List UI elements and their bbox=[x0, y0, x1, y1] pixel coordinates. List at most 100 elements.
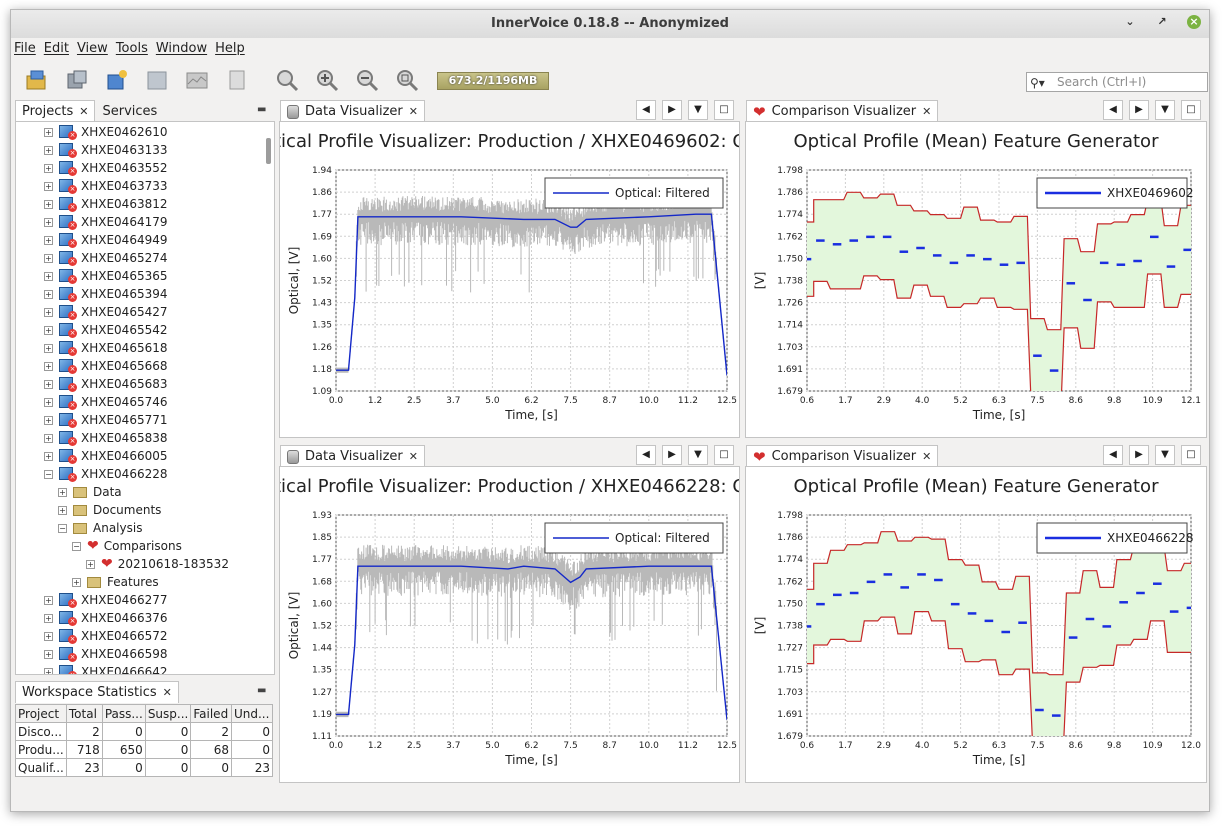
dropdown-icon[interactable]: ▼ bbox=[688, 445, 708, 465]
tree-project[interactable]: + × XHXE0464949 bbox=[44, 231, 168, 249]
tree-project[interactable]: + × XHXE0465365 bbox=[44, 267, 168, 285]
table-row[interactable]: Disco... 2 0 0 2 0 bbox=[15, 722, 274, 741]
tree-node[interactable]: + Documents bbox=[58, 501, 161, 519]
close-icon[interactable]: × bbox=[1187, 15, 1201, 29]
close-icon[interactable]: ✕ bbox=[409, 446, 418, 468]
expand-icon[interactable]: + bbox=[44, 325, 53, 335]
scroll-left-icon[interactable]: ◀ bbox=[636, 100, 656, 120]
close-icon[interactable]: ✕ bbox=[409, 101, 418, 123]
menu-edit[interactable]: Edit bbox=[44, 38, 69, 60]
expand-icon[interactable]: + bbox=[44, 631, 53, 641]
chart[interactable]: Optical Profile (Mean) Feature Generator… bbox=[746, 467, 1206, 782]
scroll-right-icon[interactable]: ▶ bbox=[1129, 445, 1149, 465]
menu-window[interactable]: Window bbox=[156, 38, 207, 60]
close-icon[interactable]: ✕ bbox=[922, 446, 931, 468]
tree-project[interactable]: + × XHXE0463733 bbox=[44, 177, 168, 195]
expand-icon[interactable]: + bbox=[44, 163, 53, 173]
tree-project[interactable]: + × XHXE0465618 bbox=[44, 339, 168, 357]
expand-icon[interactable]: + bbox=[44, 145, 53, 155]
tree-project[interactable]: + × XHXE0466005 bbox=[44, 447, 168, 465]
tree-project[interactable]: + × XHXE0464179 bbox=[44, 213, 168, 231]
tree-project[interactable]: + × XHXE0465838 bbox=[44, 429, 168, 447]
chart[interactable]: tical Profile Visualizer: Production / X… bbox=[280, 467, 739, 782]
tree-node[interactable]: − Analysis bbox=[58, 519, 142, 537]
minimize-panel-icon[interactable]: ▬ bbox=[257, 104, 266, 115]
col-header[interactable]: Pass... bbox=[101, 704, 146, 723]
maximize-icon[interactable]: □ bbox=[714, 100, 734, 120]
scroll-left-icon[interactable]: ◀ bbox=[1103, 445, 1123, 465]
expand-icon[interactable]: − bbox=[44, 469, 53, 479]
expand-icon[interactable]: + bbox=[44, 433, 53, 443]
expand-icon[interactable]: + bbox=[44, 595, 53, 605]
maximize-icon[interactable]: □ bbox=[714, 445, 734, 465]
expand-icon[interactable]: + bbox=[44, 649, 53, 659]
scroll-left-icon[interactable]: ◀ bbox=[636, 445, 656, 465]
tree-node-comparison[interactable]: + ❤ 20210618-183532 bbox=[86, 555, 229, 573]
expand-icon[interactable]: + bbox=[44, 199, 53, 209]
tree-node-features[interactable]: + Features bbox=[72, 573, 159, 591]
dropdown-icon[interactable]: ▼ bbox=[1155, 445, 1175, 465]
expand-icon[interactable]: + bbox=[72, 577, 81, 587]
tab-comparison-visualizer[interactable]: ❤ Comparison Visualizer ✕ bbox=[746, 100, 939, 123]
expand-icon[interactable]: + bbox=[44, 235, 53, 245]
expand-icon[interactable]: + bbox=[44, 397, 53, 407]
tree-project[interactable]: + × XHXE0465542 bbox=[44, 321, 168, 339]
expand-icon[interactable]: + bbox=[44, 307, 53, 317]
tree-project[interactable]: + × XHXE0465683 bbox=[44, 375, 168, 393]
scroll-right-icon[interactable]: ▶ bbox=[1129, 100, 1149, 120]
col-header[interactable]: Failed bbox=[190, 704, 232, 723]
tab-projects[interactable]: Projects ✕ bbox=[15, 100, 96, 123]
tab-services[interactable]: Services bbox=[95, 100, 164, 122]
memory-indicator[interactable]: 673.2/1196MB bbox=[437, 72, 549, 90]
tree-project[interactable]: + × XHXE0463552 bbox=[44, 159, 168, 177]
chart[interactable]: Optical Profile (Mean) Feature Generator… bbox=[746, 122, 1206, 437]
expand-icon[interactable]: − bbox=[58, 523, 67, 533]
tab-workspace-statistics[interactable]: Workspace Statistics ✕ bbox=[15, 681, 179, 703]
tree-project[interactable]: + × XHXE0465394 bbox=[44, 285, 168, 303]
close-icon[interactable]: ✕ bbox=[79, 101, 88, 123]
tab-data-visualizer[interactable]: Data Visualizer ✕ bbox=[280, 100, 425, 122]
expand-icon[interactable]: + bbox=[44, 289, 53, 299]
expand-icon[interactable]: + bbox=[44, 127, 53, 137]
zoom-in-icon[interactable] bbox=[315, 68, 339, 92]
expand-icon[interactable]: + bbox=[58, 487, 67, 497]
tree-scrollbar[interactable] bbox=[266, 138, 271, 164]
expand-icon[interactable]: + bbox=[44, 361, 53, 371]
expand-icon[interactable]: + bbox=[44, 451, 53, 461]
new-project-icon[interactable] bbox=[105, 68, 129, 92]
expand-icon[interactable]: + bbox=[44, 343, 53, 353]
expand-icon[interactable]: + bbox=[86, 559, 95, 569]
expand-icon[interactable]: + bbox=[44, 181, 53, 191]
tree-project[interactable]: + × XHXE0466642 bbox=[44, 663, 168, 674]
expand-icon[interactable]: + bbox=[58, 505, 67, 515]
col-header[interactable]: Total bbox=[65, 704, 103, 723]
search-icon[interactable]: ⚲▾ bbox=[1030, 74, 1045, 92]
tab-data-visualizer[interactable]: Data Visualizer ✕ bbox=[280, 445, 425, 467]
minimize-icon[interactable]: ⌄ bbox=[1123, 15, 1137, 29]
tree-node[interactable]: + Data bbox=[58, 483, 122, 501]
tree-project[interactable]: − × XHXE0466228 bbox=[44, 465, 168, 483]
tree-project[interactable]: + × XHXE0465746 bbox=[44, 393, 168, 411]
dropdown-icon[interactable]: ▼ bbox=[1155, 100, 1175, 120]
search-input[interactable]: ⚲▾ Search (Ctrl+I) bbox=[1026, 72, 1208, 92]
table-row[interactable]: Qualif... 23 0 0 0 23 bbox=[15, 758, 274, 777]
table-row[interactable]: Produ... 718 650 0 68 0 bbox=[15, 740, 274, 759]
chart[interactable]: tical Profile Visualizer: Production / X… bbox=[280, 122, 739, 437]
cube-icon[interactable] bbox=[145, 68, 169, 92]
col-header[interactable]: Und... bbox=[230, 704, 274, 723]
expand-icon[interactable]: + bbox=[44, 415, 53, 425]
close-icon[interactable]: ✕ bbox=[163, 682, 172, 704]
zoom-fit-icon[interactable] bbox=[395, 68, 419, 92]
expand-icon[interactable]: + bbox=[44, 271, 53, 281]
menu-view[interactable]: View bbox=[77, 38, 108, 60]
document-icon[interactable] bbox=[225, 68, 249, 92]
expand-icon[interactable]: − bbox=[72, 541, 81, 551]
maximize-icon[interactable]: □ bbox=[1181, 445, 1201, 465]
close-icon[interactable]: ✕ bbox=[922, 101, 931, 123]
image-icon[interactable] bbox=[185, 68, 209, 92]
menu-file[interactable]: File bbox=[14, 38, 36, 60]
tree-project[interactable]: + × XHXE0465668 bbox=[44, 357, 168, 375]
maximize-icon[interactable]: □ bbox=[1181, 100, 1201, 120]
restore-icon[interactable]: ↗ bbox=[1155, 15, 1169, 29]
col-header[interactable]: Project bbox=[15, 704, 67, 723]
